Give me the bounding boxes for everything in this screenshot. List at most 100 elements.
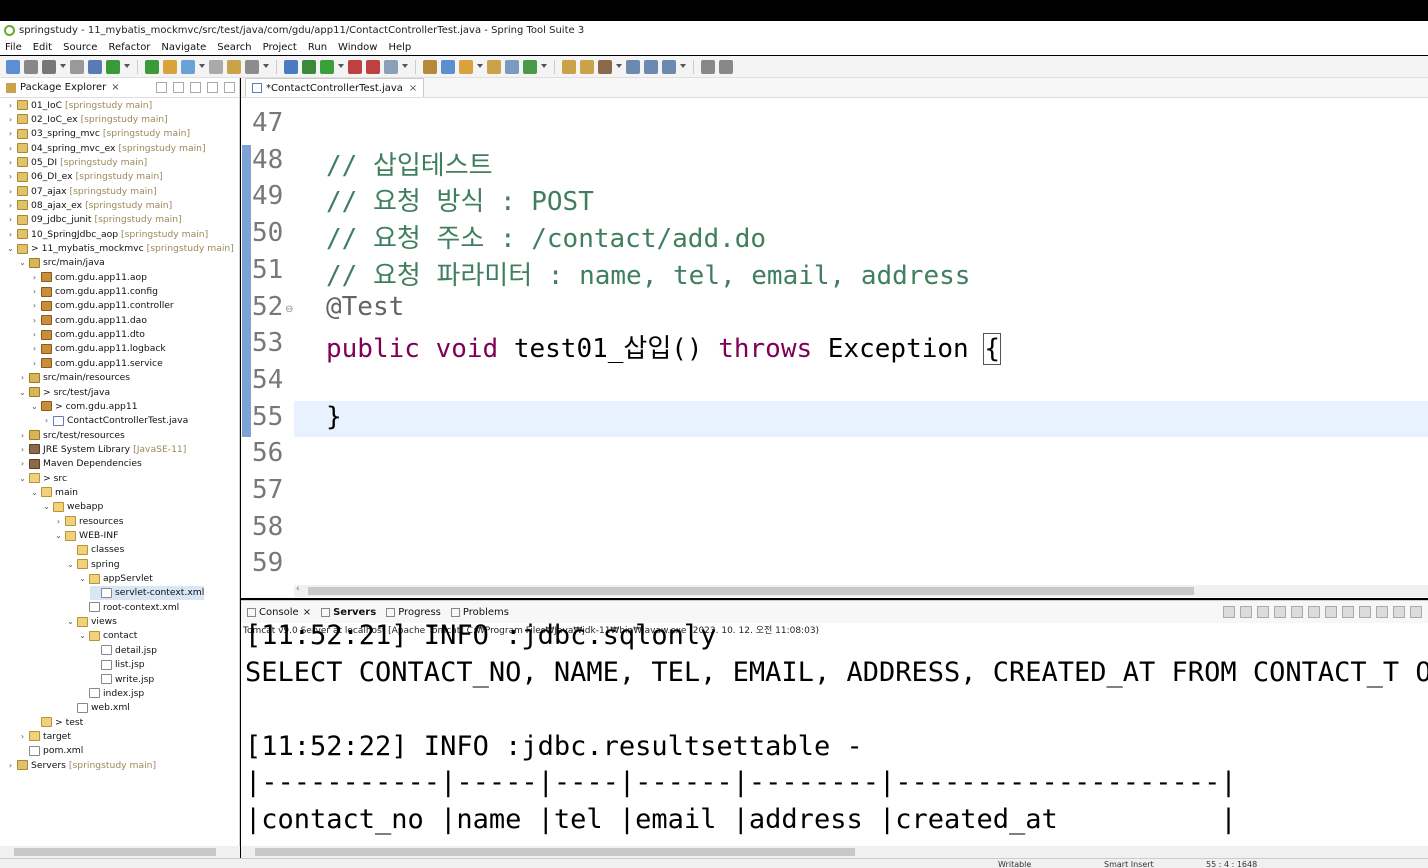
expand-toggle-icon[interactable]: › — [30, 316, 39, 325]
toolbar-button-icon[interactable] — [348, 59, 362, 74]
dropdown-arrow-icon[interactable] — [263, 64, 269, 69]
minimize-icon[interactable] — [207, 82, 218, 93]
expand-toggle-icon[interactable]: › — [6, 101, 15, 110]
expand-toggle-icon[interactable]: ⌄ — [18, 388, 27, 397]
tree-item[interactable]: › ContactControllerTest.java — [42, 414, 188, 428]
toolbar-button-icon[interactable] — [70, 59, 84, 74]
toolbar-button-icon[interactable] — [459, 59, 473, 74]
toolbar-button-icon[interactable] — [88, 59, 102, 74]
menu-item[interactable]: Refactor — [108, 42, 150, 53]
expand-toggle-icon[interactable]: ⌄ — [42, 502, 51, 511]
tab-console[interactable]: Console × — [247, 607, 311, 618]
expand-toggle-icon[interactable]: › — [6, 172, 15, 181]
console-horizontal-scrollbar[interactable] — [241, 846, 1428, 858]
toolbar-button-icon[interactable] — [662, 59, 676, 74]
tree-item[interactable]: servlet-context.xml — [90, 585, 205, 600]
tree-item[interactable]: ⌄ > com.gdu.app11 — [30, 399, 137, 413]
expand-toggle-icon[interactable]: › — [6, 115, 15, 124]
code-line[interactable]: // 삽입테스트 — [326, 145, 493, 182]
tree-item[interactable]: › 01_IoC [springstudy main] — [6, 98, 152, 112]
tree-item[interactable]: list.jsp — [90, 658, 145, 672]
toolbar-button-icon[interactable] — [719, 59, 733, 74]
expand-toggle-icon[interactable]: › — [54, 517, 63, 526]
tree-item[interactable]: detail.jsp — [90, 643, 157, 657]
tree-item[interactable]: › com.gdu.app11.dao — [30, 313, 147, 327]
toolbar-button-icon[interactable] — [523, 59, 537, 74]
maximize-icon[interactable] — [224, 82, 235, 93]
expand-toggle-icon[interactable]: ⌄ — [6, 244, 15, 253]
toolbar-button-icon[interactable] — [227, 59, 241, 74]
tab-contact-controller-test[interactable]: *ContactControllerTest.java × — [245, 78, 425, 97]
tab-problems[interactable]: Problems — [450, 607, 509, 618]
tab-servers[interactable]: Servers — [321, 607, 376, 618]
expand-toggle-icon[interactable]: ⌄ — [66, 617, 75, 626]
toolbar-button-icon[interactable] — [487, 59, 501, 74]
tree-item[interactable]: › 07_ajax [springstudy main] — [6, 184, 157, 198]
menu-item[interactable]: File — [5, 42, 22, 53]
fold-collapse-icon[interactable]: ⊖ — [285, 304, 293, 315]
dropdown-arrow-icon[interactable] — [60, 64, 66, 69]
code-line[interactable]: @Test — [326, 292, 404, 322]
toolbar-button-icon[interactable] — [245, 59, 259, 74]
tree-item[interactable]: › 05_DI [springstudy main] — [6, 155, 147, 169]
tree-item[interactable]: ⌄ contact — [78, 629, 137, 643]
expand-toggle-icon[interactable]: › — [6, 129, 15, 138]
view-menu-icon[interactable] — [190, 82, 201, 93]
terminate-icon[interactable] — [1240, 606, 1252, 618]
tree-item[interactable]: › 03_spring_mvc [springstudy main] — [6, 127, 190, 141]
word-wrap-icon[interactable] — [1325, 606, 1337, 618]
tree-item[interactable]: › src/main/resources — [18, 371, 130, 385]
scroll-thumb[interactable] — [14, 848, 216, 856]
code-line[interactable]: // 요청 파라미터 : name, tel, email, address — [326, 255, 970, 292]
tree-item[interactable]: index.jsp — [78, 686, 144, 700]
expand-toggle-icon[interactable]: › — [6, 761, 15, 770]
close-icon[interactable]: × — [111, 82, 119, 93]
tree-item[interactable]: › 04_spring_mvc_ex [springstudy main] — [6, 141, 206, 155]
dropdown-arrow-icon[interactable] — [616, 64, 622, 69]
clear-console-icon[interactable] — [1291, 606, 1303, 618]
tree-item[interactable]: › target — [18, 729, 71, 743]
dropdown-arrow-icon[interactable] — [338, 64, 344, 69]
expand-toggle-icon[interactable]: ⌄ — [66, 560, 75, 569]
expand-toggle-icon[interactable]: ⌄ — [78, 631, 87, 640]
toolbar-button-icon[interactable] — [580, 59, 594, 74]
tree-item[interactable]: web.xml — [66, 701, 130, 715]
toolbar-button-icon[interactable] — [423, 59, 437, 74]
menu-item[interactable]: Run — [308, 42, 327, 53]
tree-item[interactable]: ⌄ > src/test/java — [18, 385, 110, 399]
tree-item[interactable]: ⌄ main — [30, 485, 78, 499]
tree-item[interactable]: › com.gdu.app11.config — [30, 285, 158, 299]
expand-toggle-icon[interactable]: › — [42, 416, 51, 425]
menu-item[interactable]: Help — [388, 42, 411, 53]
menu-item[interactable]: Window — [338, 42, 377, 53]
tree-item[interactable]: › com.gdu.app11.dto — [30, 328, 145, 342]
restart-icon[interactable] — [1223, 606, 1235, 618]
tree-item[interactable]: › JRE System Library [JavaSE-11] — [18, 442, 186, 456]
expand-toggle-icon[interactable]: › — [6, 230, 15, 239]
show-on-output-icon[interactable] — [1342, 606, 1354, 618]
expand-toggle-icon[interactable]: ⌄ — [18, 474, 27, 483]
expand-toggle-icon[interactable]: › — [6, 158, 15, 167]
scroll-left-icon[interactable]: ‹ — [296, 584, 300, 594]
code-line[interactable]: // 요청 방식 : POST — [326, 181, 594, 218]
tree-item[interactable]: › Maven Dependencies — [18, 457, 142, 471]
menu-item[interactable]: Project — [263, 42, 297, 53]
toolbar-button-icon[interactable] — [163, 59, 177, 74]
tree-item[interactable]: ⌄ WEB-INF — [54, 529, 118, 543]
scroll-lock-icon[interactable] — [1308, 606, 1320, 618]
toolbar-button-icon[interactable] — [302, 59, 316, 74]
toolbar-button-icon[interactable] — [209, 59, 223, 74]
menu-item[interactable]: Navigate — [161, 42, 206, 53]
tree-item[interactable]: › 08_ajax_ex [springstudy main] — [6, 198, 172, 212]
dropdown-arrow-icon[interactable] — [402, 64, 408, 69]
expand-toggle-icon[interactable]: › — [30, 344, 39, 353]
explorer-horizontal-scrollbar[interactable] — [0, 846, 240, 858]
expand-toggle-icon[interactable]: › — [18, 445, 27, 454]
tree-item[interactable]: ⌄ > 11_mybatis_mockmvc [springstudy main] — [6, 242, 234, 256]
expand-toggle-icon[interactable]: › — [30, 273, 39, 282]
toolbar-button-icon[interactable] — [284, 59, 298, 74]
expand-toggle-icon[interactable]: › — [30, 301, 39, 310]
toolbar-button-icon[interactable] — [366, 59, 380, 74]
expand-toggle-icon[interactable]: › — [6, 144, 15, 153]
expand-toggle-icon[interactable]: ⌄ — [18, 258, 27, 267]
